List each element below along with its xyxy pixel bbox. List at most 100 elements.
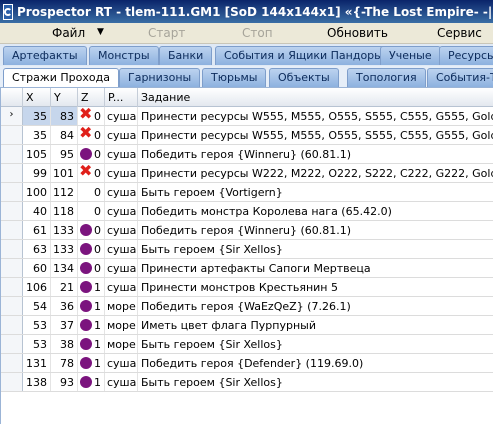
cell-y: 101 xyxy=(51,164,78,182)
menu-bar: Файл ▼ Старт Стоп Обновить Сервис xyxy=(0,23,493,44)
red-cross-icon: ✖ xyxy=(79,126,93,142)
table-row[interactable]: 99 101 0 ✖ суша Принести ресурсы W222, M222, … xyxy=(1,164,493,183)
z-value: 1 xyxy=(94,319,101,332)
table-row[interactable]: 131 78 1 суша Победить героя {Defender} (119… xyxy=(1,354,493,373)
menu-file[interactable]: Файл xyxy=(52,26,85,40)
cell-x: 106 xyxy=(23,278,51,296)
tab-objects[interactable]: Объекты xyxy=(269,68,339,87)
cell-task: Быть героем {Vortigern} xyxy=(141,186,283,199)
purple-circle-icon xyxy=(80,224,92,236)
cell-task: Быть героем {Sir Xellos} xyxy=(141,338,283,351)
current-row-arrow-icon: › xyxy=(1,107,23,125)
cell-z: 0 xyxy=(78,240,105,258)
cell-p: суша xyxy=(105,183,138,201)
tab-prisons[interactable]: Тюрьмы xyxy=(202,68,267,87)
cell-x: 61 xyxy=(23,221,51,239)
cell-x: 53 xyxy=(23,335,51,353)
header-x[interactable]: X xyxy=(23,88,51,107)
cell-y: 37 xyxy=(51,316,78,334)
cell-p: суша xyxy=(105,145,138,163)
cell-task: Принести артефакты Сапоги Мертвеца xyxy=(141,262,371,275)
cell-p: суша xyxy=(105,278,138,296)
table-row[interactable]: 105 95 0 суша Победить героя {Winneru} (60.8… xyxy=(1,145,493,164)
table-row[interactable]: 53 37 1 море Иметь цвет флага Пурпурный xyxy=(1,316,493,335)
table-row[interactable]: 54 36 1 море Победить героя {WaEzQeZ} (7.26.… xyxy=(1,297,493,316)
purple-circle-icon xyxy=(80,148,92,160)
table-row[interactable]: 53 38 1 море Быть героем {Sir Xellos} xyxy=(1,335,493,354)
tab-gate-guards[interactable]: Стражи Прохода xyxy=(3,68,119,87)
header-p[interactable]: P... xyxy=(105,88,138,107)
header-z[interactable]: Z xyxy=(78,88,105,107)
table-row[interactable]: 60 134 0 суша Принести артефакты Сапоги Мерт… xyxy=(1,259,493,278)
table-row[interactable]: 63 133 0 суша Быть героем {Sir Xellos} xyxy=(1,240,493,259)
tab-garrisons[interactable]: Гарнизоны xyxy=(119,68,201,87)
menu-stop[interactable]: Стоп xyxy=(242,26,273,40)
tab-topology[interactable]: Топология xyxy=(347,68,426,87)
cell-y: 133 xyxy=(51,221,78,239)
cell-task: Принести ресурсы W222, M222, O222, S222,… xyxy=(141,167,493,180)
z-value: 0 xyxy=(94,167,101,180)
row-indicator xyxy=(1,278,23,296)
app-icon xyxy=(3,3,13,20)
cell-y: 118 xyxy=(51,202,78,220)
header-indicator xyxy=(1,88,23,107)
header-task[interactable]: Задание xyxy=(138,88,493,107)
table-row[interactable]: › 35 83 0 ✖ суша Принести ресурсы W555, M555, … xyxy=(1,107,493,126)
table-row[interactable]: 35 84 0 ✖ суша Принести ресурсы W555, M555, O… xyxy=(1,126,493,145)
cell-p: суша xyxy=(105,164,138,182)
tab-banks[interactable]: Банки xyxy=(159,46,213,65)
table-row[interactable]: 40 118 0 суша Победить монстра Королева нага… xyxy=(1,202,493,221)
table-row[interactable]: 100 112 0 суша Быть героем {Vortigern} xyxy=(1,183,493,202)
cell-z: 0 xyxy=(78,259,105,277)
red-cross-icon: ✖ xyxy=(79,107,93,123)
cell-p: суша xyxy=(105,221,138,239)
table-row[interactable]: 61 133 0 суша Победить героя {Winneru} (60.8… xyxy=(1,221,493,240)
cell-z: 1 xyxy=(78,373,105,391)
cell-z: 0 xyxy=(78,202,105,220)
tab-scholars[interactable]: Ученые xyxy=(380,46,441,65)
cell-p: суша xyxy=(105,373,138,391)
cell-x: 40 xyxy=(23,202,51,220)
z-value: 1 xyxy=(94,376,101,389)
menu-refresh[interactable]: Обновить xyxy=(327,26,388,40)
cell-p: суша xyxy=(105,107,138,125)
cell-y: 112 xyxy=(51,183,78,201)
window-titlebar: Prospector RT - tlem-111.GM1 [SoD 144x14… xyxy=(0,0,493,23)
row-indicator xyxy=(1,297,23,315)
table-row[interactable]: 106 21 1 суша Принести монстров Крестьянин 5 xyxy=(1,278,493,297)
cell-y: 38 xyxy=(51,335,78,353)
header-y[interactable]: Y xyxy=(51,88,78,107)
purple-circle-icon xyxy=(80,281,92,293)
cell-x: 138 xyxy=(23,373,51,391)
z-value: 1 xyxy=(94,338,101,351)
cell-task: Принести ресурсы W555, M555, O555, S555,… xyxy=(141,129,493,142)
purple-circle-icon xyxy=(80,338,92,350)
tab-resources[interactable]: Ресурсы xyxy=(439,46,493,65)
tab-artifacts[interactable]: Артефакты xyxy=(3,46,87,65)
row-indicator xyxy=(1,316,23,334)
menu-service[interactable]: Сервис xyxy=(437,26,482,40)
row-indicator xyxy=(1,240,23,258)
table-row[interactable]: 138 93 1 суша Быть героем {Sir Xellos} xyxy=(1,373,493,392)
z-value: 1 xyxy=(94,300,101,313)
z-value: 0 xyxy=(94,129,101,142)
z-value: 0 xyxy=(94,148,101,161)
purple-circle-icon xyxy=(80,262,92,274)
row-indicator xyxy=(1,126,23,144)
tab-events-pandora[interactable]: События и Ящики Пандоры xyxy=(215,46,392,65)
cell-y: 83 xyxy=(51,107,78,125)
tab-events-t[interactable]: События-Т xyxy=(427,68,493,87)
menu-start[interactable]: Старт xyxy=(148,26,185,40)
cell-task: Победить героя {Defender} (119.69.0) xyxy=(141,357,364,370)
z-value: 0 xyxy=(94,205,101,218)
purple-circle-icon xyxy=(80,319,92,331)
row-indicator xyxy=(1,183,23,201)
cell-y: 133 xyxy=(51,240,78,258)
cell-task: Победить героя {Winneru} (60.81.1) xyxy=(141,224,352,237)
row-indicator xyxy=(1,145,23,163)
cell-p: суша xyxy=(105,202,138,220)
chevron-down-icon[interactable]: ▼ xyxy=(97,27,104,37)
cell-p: суша xyxy=(105,354,138,372)
cell-z: 0 xyxy=(78,183,105,201)
tab-monsters[interactable]: Монстры xyxy=(89,46,159,65)
